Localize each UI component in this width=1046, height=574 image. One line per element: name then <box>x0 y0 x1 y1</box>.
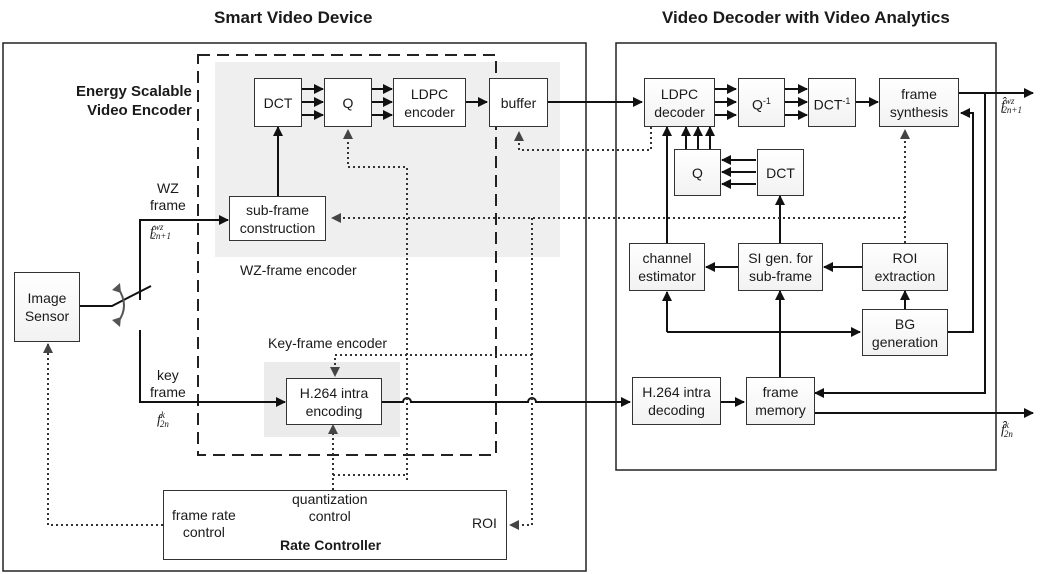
ldpc-decoder-line2: decoder <box>654 103 705 120</box>
q-label: Q <box>342 94 354 111</box>
bg-generation-line2: generation <box>871 333 939 350</box>
frame-rate-line2: control <box>182 524 225 540</box>
h264-decoding-line2: decoding <box>648 402 705 418</box>
key-frame-line2: frame <box>150 384 186 400</box>
si-generation-block[interactable]: SI gen. for sub-frame <box>738 243 823 291</box>
wz-frame-symbol: fwz2n+1 <box>150 222 171 241</box>
roi-extraction-line2: extraction <box>874 268 936 284</box>
h264-decoding-line1: H.264 intra <box>642 384 711 400</box>
subframe-construction-block[interactable]: sub-frame construction <box>229 196 326 241</box>
switch-rotation-arrow <box>117 287 125 323</box>
frame-memory-block[interactable]: frame memory <box>746 377 815 425</box>
smart-device-title: Smart Video Device <box>214 8 373 27</box>
frame-rate-control-label: frame rate control <box>172 507 236 541</box>
q-inverse-sup: -1 <box>762 95 771 106</box>
key-frame-symbol: fk2n <box>157 410 169 429</box>
decoder-q-block[interactable]: Q <box>674 149 721 196</box>
encoder-group-title-line2: Video Encoder <box>87 102 192 119</box>
roi-extraction-line1: ROI <box>892 250 918 266</box>
key-frame-line1: key <box>157 367 179 383</box>
image-sensor-line2: Sensor <box>24 308 70 324</box>
wz-frame-encoder-label: WZ-frame encoder <box>240 262 357 278</box>
rate-controller-title: Rate Controller <box>280 537 382 553</box>
si-gen-line1: SI gen. for <box>748 250 813 266</box>
h264-encoding-line1: H.264 intra <box>299 384 369 401</box>
decoder-dct-block[interactable]: DCT <box>757 149 804 196</box>
q-inverse-label: Q-1 <box>752 92 771 114</box>
decoder-title: Video Decoder with Video Analytics <box>662 8 950 27</box>
frame-rate-line1: frame rate <box>172 507 236 523</box>
subframe-line2: construction <box>239 219 316 236</box>
output-wz-symbol: f̂wz2n+1 <box>1001 96 1022 115</box>
out-key-sub: 2n <box>1003 429 1013 440</box>
ldpc-encoder-line1: LDPC <box>410 85 449 102</box>
dct-inverse-block[interactable]: DCT-1 <box>808 78 856 127</box>
decoder-dct-label: DCT <box>766 164 795 181</box>
key-symbol-sub: 2n <box>159 419 169 430</box>
dct-inverse-sup: -1 <box>842 95 851 106</box>
wz-frame-label: WZ frame <box>150 180 186 214</box>
q-block[interactable]: Q <box>324 78 372 127</box>
frame-memory-line2: memory <box>755 402 806 418</box>
rate-controller-block[interactable]: frame rate control quantization control RO… <box>163 490 507 560</box>
key-frame-encoder-label: Key-frame encoder <box>268 335 388 351</box>
output-key-symbol: f̂k2n <box>1001 420 1013 439</box>
frame-memory-line1: frame <box>762 384 799 400</box>
image-sensor-block[interactable]: Image Sensor <box>14 272 80 342</box>
si-gen-line2: sub-frame <box>748 268 813 284</box>
h264-encoding-line2: encoding <box>305 402 363 419</box>
subframe-line1: sub-frame <box>245 201 309 218</box>
channel-estimator-block[interactable]: channel estimator <box>629 243 705 291</box>
roi-input-label: ROI <box>472 515 497 531</box>
ldpc-encoder-block[interactable]: LDPC encoder <box>393 78 466 127</box>
q-inverse-base: Q <box>752 96 763 113</box>
q-inverse-block[interactable]: Q-1 <box>738 78 785 127</box>
encoder-group-title-line1: Energy Scalable <box>76 83 192 100</box>
key-frame-label: key frame <box>150 367 186 401</box>
frame-synthesis-line1: frame <box>901 85 937 102</box>
buffer-block[interactable]: buffer <box>489 78 548 127</box>
decoder-q-label: Q <box>692 164 703 181</box>
encoder-group-title: Energy Scalable Video Encoder <box>76 82 192 120</box>
channel-estimator-line1: channel <box>642 250 692 266</box>
wz-frame-line2: frame <box>150 197 186 213</box>
ldpc-encoder-line2: encoder <box>404 103 455 120</box>
roi-extraction-block[interactable]: ROI extraction <box>862 243 948 291</box>
ldpc-decoder-block[interactable]: LDPC decoder <box>644 78 715 127</box>
buffer-label: buffer <box>500 94 537 111</box>
h264-encoding-block[interactable]: H.264 intra encoding <box>286 378 382 425</box>
quantization-line1: quantization <box>292 491 368 507</box>
dct-block[interactable]: DCT <box>254 78 302 127</box>
bg-generation-block[interactable]: BG generation <box>862 309 948 356</box>
dct-inverse-label: DCT-1 <box>814 92 851 114</box>
quantization-line2: control <box>308 508 351 524</box>
ldpc-decoder-line1: LDPC <box>660 85 699 102</box>
frame-synthesis-block[interactable]: frame synthesis <box>879 78 959 127</box>
bg-generation-line1: BG <box>894 315 916 332</box>
image-sensor-line1: Image <box>27 290 67 306</box>
channel-estimator-line2: estimator <box>638 268 696 284</box>
dct-label: DCT <box>263 94 293 111</box>
wz-symbol-sub: 2n+1 <box>151 231 171 242</box>
quantization-control-label: quantization control <box>292 491 368 525</box>
frame-synthesis-line2: synthesis <box>889 103 949 120</box>
dct-inverse-base: DCT <box>813 96 843 113</box>
wz-frame-line1: WZ <box>157 180 179 196</box>
h264-decoding-block[interactable]: H.264 intra decoding <box>632 377 721 425</box>
out-wz-sub: 2n+1 <box>1002 105 1022 116</box>
